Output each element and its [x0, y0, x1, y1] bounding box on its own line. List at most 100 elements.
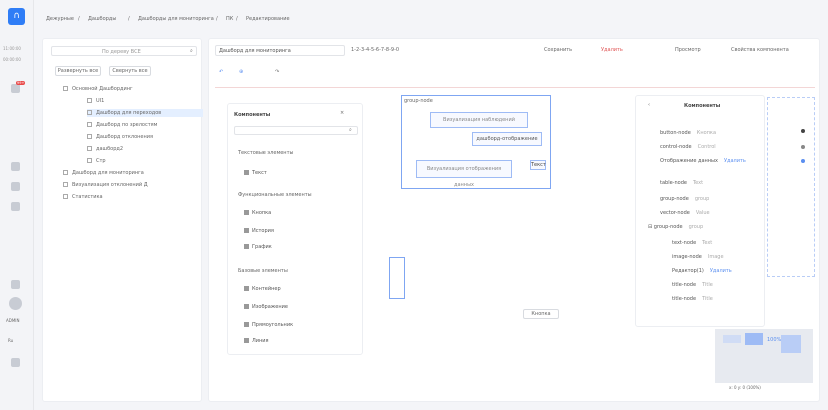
tree-search-placeholder: По дереву ВСЕ: [102, 49, 141, 55]
prop-row[interactable]: button-node Кнопка: [660, 130, 716, 136]
tree-search-input[interactable]: По дереву ВСЕ ⌕: [51, 46, 197, 56]
delete-button[interactable]: Удалить: [601, 47, 623, 53]
breadcrumb-0[interactable]: Дежурные: [46, 16, 74, 22]
prop-row[interactable]: table-node Text: [660, 180, 703, 186]
expand-all-button[interactable]: Развернуть все: [55, 66, 101, 76]
redo-icon[interactable]: ↷: [275, 69, 279, 75]
prop-row[interactable]: image-node Image: [672, 254, 724, 260]
back-icon[interactable]: ‹: [648, 102, 650, 108]
text-tag[interactable]: Текст: [530, 160, 546, 170]
canvas-coordinates: x: 0 y: 0 (100%): [729, 385, 761, 390]
dashboard-name-input[interactable]: Дашборд для мониторинга: [215, 45, 345, 56]
tree-item[interactable]: Стр: [87, 157, 106, 165]
logout-icon[interactable]: [11, 358, 20, 367]
prop-row[interactable]: Редактор(1) Удалить: [672, 268, 732, 274]
component-item[interactable]: Прямоугольник: [244, 322, 293, 328]
collapse-all-button[interactable]: Свернуть все: [109, 66, 151, 76]
zoom-icon[interactable]: ⊕: [239, 69, 243, 75]
dashboard-id: 1-2-3-4-5-6-7-8-9-0: [351, 47, 400, 53]
breadcrumb-2[interactable]: Дашборды для мониторинга: [138, 16, 214, 22]
prop-row[interactable]: Отображение данных Удалить: [660, 158, 746, 164]
offscreen-node[interactable]: [767, 97, 815, 277]
component-palette: Компоненты × ⌕ Текстовые элементы Текст …: [227, 103, 363, 355]
image-icon: [244, 304, 249, 309]
prop-row[interactable]: group-node group: [660, 196, 709, 202]
group-title[interactable]: Текстовые элементы: [238, 150, 293, 156]
undo-icon[interactable]: ↶: [219, 69, 223, 75]
vertical-node[interactable]: [389, 257, 405, 299]
component-item[interactable]: Изображение: [244, 304, 288, 310]
breadcrumb-sep: /: [236, 16, 238, 22]
tree-panel: По дереву ВСЕ ⌕ Развернуть все Свернуть …: [42, 38, 203, 402]
container-icon: [244, 286, 249, 291]
palette-search-input[interactable]: ⌕: [234, 126, 358, 135]
breadcrumb-3[interactable]: ПК: [226, 16, 233, 22]
tree-item[interactable]: Основной Дашбординг: [63, 85, 133, 93]
language-switch[interactable]: Ru: [8, 338, 13, 343]
handle-dot[interactable]: [801, 145, 805, 149]
help-icon[interactable]: [11, 280, 20, 289]
handle-dot[interactable]: [801, 129, 805, 133]
node-data-view[interactable]: Визуализация отображения данных: [416, 160, 512, 188]
checkbox-icon: [63, 182, 68, 187]
minimap[interactable]: 100%: [715, 329, 813, 383]
group-node[interactable]: group-node Визуализация наблюдений дашбо…: [401, 95, 551, 189]
group-title[interactable]: Функциональные элементы: [238, 192, 312, 198]
minimap-zoom-out[interactable]: [723, 335, 741, 343]
prop-row[interactable]: vector-node Value: [660, 210, 710, 216]
group-title[interactable]: Базовые элементы: [238, 268, 288, 274]
tree-item-selected[interactable]: Дашборд для переходов: [87, 109, 203, 117]
prop-row[interactable]: title-node Title: [672, 282, 713, 288]
notification-badge: 99+: [16, 81, 26, 85]
breadcrumb-sep: /: [128, 16, 130, 22]
checkbox-icon: [87, 122, 92, 127]
component-item[interactable]: Текст: [244, 170, 267, 176]
tree-item[interactable]: Дашборд отклонения: [87, 133, 153, 141]
node-dashboard[interactable]: дашборд-отображение: [472, 132, 542, 146]
preview-button[interactable]: Просмотр: [675, 47, 701, 53]
component-item[interactable]: Кнопка: [244, 210, 271, 216]
search-icon: ⌕: [349, 127, 352, 133]
checkbox-icon: [63, 194, 68, 199]
collapse-icon[interactable]: ×: [340, 110, 344, 116]
notification-icon[interactable]: [11, 84, 20, 93]
dashboard-icon[interactable]: [11, 162, 20, 171]
tree-item[interactable]: дашборд2: [87, 145, 123, 153]
prop-row[interactable]: title-node Title: [672, 296, 713, 302]
settings-button[interactable]: Свойства компонента: [731, 47, 789, 53]
component-item[interactable]: История: [244, 228, 274, 234]
handle-dot[interactable]: [801, 159, 805, 163]
properties-panel: ‹ Компоненты button-node Кнопка control-n…: [635, 95, 765, 327]
minimap-viewport[interactable]: [745, 333, 763, 345]
prop-row[interactable]: control-node Control: [660, 144, 716, 150]
breadcrumb-1[interactable]: Дашборды: [88, 16, 116, 22]
component-item[interactable]: Линия: [244, 338, 269, 344]
canvas-top-ruler: [215, 87, 815, 88]
tree-item[interactable]: UI1: [87, 97, 104, 105]
tree-item[interactable]: Дашборд для мониторинга: [63, 169, 144, 177]
save-button[interactable]: Сохранить: [544, 47, 572, 53]
palette-title: Компоненты: [234, 112, 271, 118]
checkbox-icon: [87, 134, 92, 139]
breadcrumb-sep: /: [216, 16, 218, 22]
avatar[interactable]: [9, 297, 22, 310]
tree-item[interactable]: Дашборд по зрелостям: [87, 121, 157, 129]
canvas-button-node[interactable]: Кнопка: [523, 309, 559, 319]
history-icon: [244, 228, 249, 233]
properties-title: Компоненты: [684, 103, 721, 109]
editor-panel: Дашборд для мониторинга 1-2-3-4-5-6-7-8-…: [208, 38, 820, 402]
component-item[interactable]: Контейнер: [244, 286, 281, 292]
user-name: ADMIN: [6, 318, 20, 323]
search-icon[interactable]: ⌕: [190, 48, 193, 54]
component-item[interactable]: График: [244, 244, 272, 250]
prop-row[interactable]: ⊟ group-node group: [648, 224, 703, 230]
button-icon: [244, 210, 249, 215]
chart-icon[interactable]: [11, 182, 20, 191]
settings-icon[interactable]: [11, 202, 20, 211]
prop-row[interactable]: text-node Text: [672, 240, 712, 246]
app-logo[interactable]: ∩: [8, 8, 25, 25]
node-visualization[interactable]: Визуализация наблюдений: [430, 112, 528, 128]
tree-item[interactable]: Визуализация отклонений Д: [63, 181, 148, 189]
tree-item[interactable]: Статистика: [63, 193, 103, 201]
checkbox-icon: [63, 86, 68, 91]
